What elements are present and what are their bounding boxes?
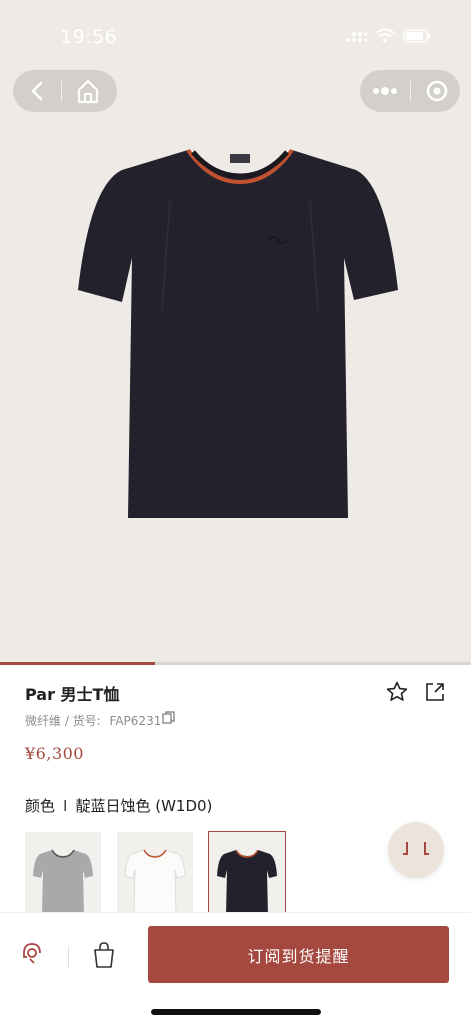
product-meta: 微纤维 / 货号: FAP6231 — [25, 712, 161, 729]
advisor-icon[interactable] — [18, 939, 46, 967]
product-price: ¥6,300 — [25, 744, 84, 763]
product-title: Par 男士T恤 — [25, 685, 120, 704]
favorite-star-icon[interactable] — [385, 680, 409, 704]
swatch-shirt-image — [33, 849, 93, 916]
home-icon[interactable] — [62, 70, 114, 112]
bar-divider — [68, 947, 69, 967]
color-swatch-navy[interactable] — [208, 831, 286, 917]
subscribe-restock-button[interactable]: 订阅到货提醒 — [148, 926, 449, 983]
color-swatch-grey[interactable] — [25, 832, 101, 916]
swatch-shirt-image — [217, 849, 277, 916]
material-label: 微纤维 / 货号: — [25, 714, 101, 728]
color-swatch-white[interactable] — [117, 832, 193, 916]
color-separator: I — [63, 797, 68, 815]
status-time: 19:56 — [60, 26, 118, 48]
back-icon[interactable] — [13, 70, 61, 112]
share-icon[interactable] — [423, 680, 447, 704]
more-icon[interactable] — [360, 70, 410, 112]
battery-icon — [403, 28, 430, 43]
signal-icon — [346, 31, 367, 42]
shopping-bag-icon[interactable] — [91, 941, 117, 969]
copy-icon[interactable] — [162, 711, 176, 725]
miniprogram-capsule — [360, 70, 460, 112]
customer-service-button[interactable] — [388, 822, 444, 878]
color-label: 颜色 — [25, 797, 56, 815]
wifi-icon — [375, 28, 395, 43]
customer-service-icon — [403, 842, 429, 855]
color-selector-label: 颜色 I 靛蓝日蚀色 (W1D0) — [25, 795, 212, 816]
product-image — [78, 148, 398, 518]
selected-color-name: 靛蓝日蚀色 (W1D0) — [75, 797, 213, 815]
status-icons — [345, 28, 431, 43]
nav-capsule — [13, 70, 117, 112]
sku-value: FAP6231 — [109, 714, 162, 728]
gallery-progress-fill — [0, 662, 155, 665]
close-miniprogram-icon[interactable] — [411, 70, 459, 112]
home-indicator — [151, 1009, 321, 1015]
status-bar: 19:56 — [0, 0, 471, 64]
swatch-shirt-image — [124, 849, 186, 916]
